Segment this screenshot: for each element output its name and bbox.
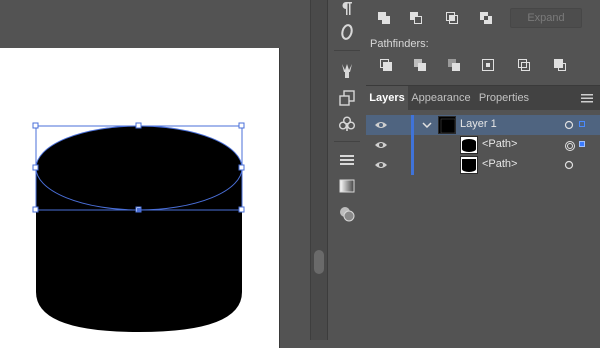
merge-icon[interactable] (444, 55, 464, 75)
visibility-eye-icon[interactable] (374, 139, 388, 151)
vertical-scrollbar[interactable] (310, 0, 327, 340)
paragraph-icon[interactable] (335, 0, 359, 20)
exclude-icon[interactable] (476, 8, 496, 28)
layer-thumbnail (438, 116, 456, 134)
visibility-eye-icon[interactable] (374, 159, 388, 171)
target-circle-icon[interactable] (564, 120, 574, 130)
scrollbar-thumb[interactable] (314, 250, 324, 274)
artwork[interactable] (0, 0, 310, 340)
opentype-icon[interactable] (335, 20, 359, 44)
divide-icon[interactable] (376, 55, 396, 75)
center-point (137, 208, 141, 212)
panel-tab-bar: Layers Appearance Properties (366, 85, 600, 110)
path-name[interactable]: <Path> (482, 138, 517, 150)
layer-color-bar (411, 115, 414, 135)
layer-color-bar (411, 155, 414, 175)
expand-button[interactable]: Expand (510, 8, 582, 28)
path-thumbnail (460, 136, 478, 154)
unite-icon[interactable] (374, 8, 394, 28)
pathfinders-label: Pathfinders: (370, 38, 429, 50)
layer-name[interactable]: Layer 1 (460, 118, 497, 130)
target-selected-icon[interactable] (564, 140, 575, 151)
brush-library-icon[interactable] (335, 58, 359, 82)
layer-row-layer-1[interactable]: Layer 1 (366, 115, 600, 135)
selection-indicator[interactable] (579, 121, 585, 127)
path-thumbnail (460, 156, 478, 174)
collapsed-panel-strip (327, 0, 367, 340)
canvas-area[interactable] (0, 0, 312, 348)
right-panel: Expand Pathfinders: Layers Appearance Pr… (366, 0, 600, 340)
panel-menu-icon[interactable] (580, 92, 594, 104)
trim-icon[interactable] (410, 55, 430, 75)
layer-row-path-1[interactable]: <Path> (366, 135, 600, 155)
cylinder-top-ellipse[interactable] (35, 125, 243, 211)
crop-icon[interactable] (478, 55, 498, 75)
symbols-icon[interactable] (335, 112, 359, 136)
tab-layers[interactable]: Layers (366, 86, 408, 110)
selection-indicator[interactable] (579, 141, 585, 147)
layer-row-path-2[interactable]: <Path> (366, 155, 600, 175)
layer-color-bar (411, 135, 414, 155)
align-icon[interactable] (335, 148, 359, 172)
transparency-icon[interactable] (335, 202, 359, 226)
tab-properties[interactable]: Properties (474, 86, 534, 110)
intersect-icon[interactable] (442, 8, 462, 28)
minus-front-icon[interactable] (406, 8, 426, 28)
visibility-eye-icon[interactable] (374, 119, 388, 131)
outline-icon[interactable] (514, 55, 534, 75)
path-name[interactable]: <Path> (482, 158, 517, 170)
chevron-down-icon[interactable] (422, 120, 432, 130)
gradient-icon[interactable] (335, 174, 359, 198)
minus-back-icon[interactable] (550, 55, 570, 75)
transform-icon[interactable] (335, 86, 359, 110)
tab-appearance[interactable]: Appearance (409, 86, 473, 110)
target-circle-icon[interactable] (564, 160, 574, 170)
